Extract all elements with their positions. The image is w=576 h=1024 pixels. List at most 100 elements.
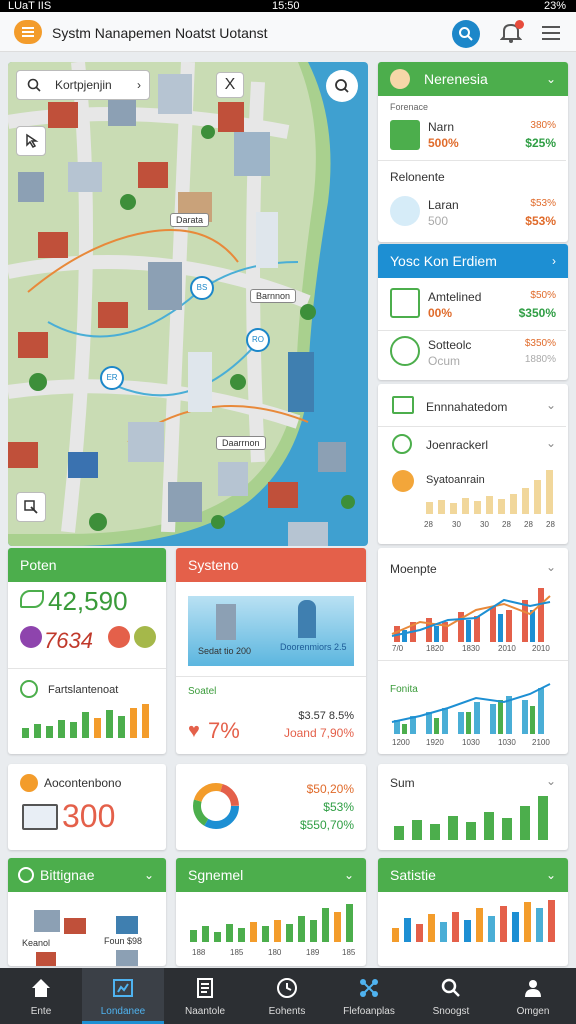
map-tool-button[interactable] bbox=[16, 126, 46, 156]
nav-reports[interactable]: Naantole bbox=[164, 968, 246, 1024]
bar bbox=[498, 499, 505, 514]
map-close-button[interactable]: X bbox=[216, 72, 244, 98]
stat-p2: $350% bbox=[518, 306, 556, 320]
donut-value: $550,70% bbox=[299, 818, 354, 832]
satistie-bars bbox=[392, 898, 558, 942]
bittignae-header[interactable]: Bittignae ⌄ bbox=[8, 858, 166, 892]
user-icon bbox=[525, 980, 541, 997]
nav-label: Flefoanplas bbox=[343, 1006, 395, 1017]
chevron-down-icon[interactable]: ⌄ bbox=[546, 774, 556, 788]
map-search-input[interactable]: Kortpjenjin › bbox=[16, 70, 150, 100]
clock-icon bbox=[277, 978, 297, 998]
overview-header[interactable]: Nerenesia ⌄ bbox=[378, 62, 568, 96]
map-pin[interactable]: ER bbox=[100, 366, 124, 390]
bar bbox=[22, 728, 29, 738]
map-select-button[interactable] bbox=[16, 492, 46, 522]
stat-value: 00% bbox=[428, 306, 453, 320]
map-label[interactable]: Barnnon bbox=[250, 289, 297, 303]
bittignae-icon bbox=[18, 867, 34, 883]
leaf-icon bbox=[20, 590, 44, 608]
bar bbox=[202, 926, 209, 942]
map-label[interactable]: Darata bbox=[170, 213, 210, 227]
stat-value: 500 bbox=[428, 214, 449, 228]
map-illustration bbox=[8, 62, 355, 546]
app-header: Systm Nanapemen Noatst Uotanst bbox=[0, 12, 576, 52]
menu-button[interactable] bbox=[14, 20, 42, 44]
chevron-down-icon[interactable]: ⌄ bbox=[546, 560, 556, 574]
docs-row[interactable]: Ennnahatedom ⌄ bbox=[378, 392, 568, 422]
bar bbox=[142, 704, 149, 738]
truck-icon bbox=[64, 918, 86, 934]
nav-events[interactable]: Eohents bbox=[246, 968, 328, 1024]
stat-row[interactable]: Laran 500 $53% $53% bbox=[378, 194, 566, 234]
energy-header[interactable]: Yosc Kon Erdiem › bbox=[378, 244, 568, 278]
map-pin[interactable]: BS bbox=[190, 276, 214, 300]
bar bbox=[522, 488, 529, 514]
tick: 2100 bbox=[532, 738, 550, 747]
bar bbox=[464, 920, 471, 942]
tick: 1030 bbox=[498, 738, 516, 747]
bar bbox=[70, 722, 77, 738]
bar bbox=[392, 928, 399, 942]
stat-row[interactable]: Narn 500% 380% $25% bbox=[378, 118, 566, 158]
chevron-down-icon: ⌄ bbox=[545, 436, 556, 450]
bar bbox=[346, 904, 353, 942]
energy-card: Yosc Kon Erdiem › Amtelined 00% $50% $35… bbox=[378, 244, 568, 380]
ledger-icon bbox=[22, 804, 58, 830]
search-button[interactable] bbox=[452, 20, 480, 48]
map-label[interactable]: Daarrnon bbox=[216, 436, 266, 450]
stat-p1: $350% bbox=[524, 338, 556, 349]
bar bbox=[238, 928, 245, 942]
map-search-text: Kortpjenjin bbox=[55, 78, 112, 92]
sum-card: Sum ⌄ bbox=[378, 764, 568, 850]
stat-row[interactable]: Amtelined 00% $50% $350% bbox=[378, 286, 566, 326]
bar bbox=[510, 494, 517, 514]
nav-profile[interactable]: Omgen bbox=[492, 968, 576, 1024]
moenpte-line-chart bbox=[391, 588, 551, 642]
check-icon bbox=[20, 680, 38, 698]
stat-p2: $25% bbox=[525, 136, 556, 150]
tracker-row[interactable]: Joenrackerl ⌄ bbox=[378, 430, 568, 458]
nav-dashboard[interactable]: Londanee bbox=[82, 968, 164, 1024]
stat-p1: $53% bbox=[530, 198, 556, 209]
pointer-icon bbox=[26, 133, 39, 148]
more-menu-button[interactable] bbox=[542, 26, 560, 40]
bar bbox=[118, 716, 125, 738]
bar bbox=[428, 914, 435, 942]
bar bbox=[466, 822, 476, 840]
bar bbox=[46, 726, 53, 738]
chevron-down-icon: ⌄ bbox=[545, 868, 556, 882]
box-icon bbox=[116, 950, 138, 966]
poten-header[interactable]: Poten bbox=[8, 548, 166, 582]
tick: 189 bbox=[306, 948, 320, 957]
tank-illustration bbox=[298, 600, 316, 638]
tick: 28 bbox=[424, 520, 433, 529]
account-value: 300 bbox=[62, 798, 116, 834]
nav-home[interactable]: Ente bbox=[0, 968, 82, 1024]
poten-sub-label: Fartslantenoat bbox=[48, 684, 119, 696]
tick: 30 bbox=[480, 520, 489, 529]
system-header[interactable]: Systeno bbox=[176, 548, 366, 582]
tick: 1920 bbox=[426, 738, 444, 747]
satistie-header[interactable]: Satistie ⌄ bbox=[378, 858, 568, 892]
notification-button[interactable] bbox=[499, 20, 524, 46]
divider bbox=[378, 330, 566, 331]
stat-name: Narn bbox=[428, 120, 455, 134]
bar bbox=[546, 470, 553, 514]
bar bbox=[430, 824, 440, 840]
map-pin[interactable]: RO bbox=[246, 328, 270, 352]
carrier: LUaT IIS bbox=[8, 0, 52, 12]
map-locate-button[interactable] bbox=[326, 70, 358, 102]
bar bbox=[82, 712, 89, 738]
heart-icon: ♥ bbox=[188, 720, 200, 742]
city-map[interactable]: Kortpjenjin › X Darata Barnnon Daarrnon … bbox=[8, 62, 368, 546]
nav-search[interactable]: Snoogst bbox=[410, 968, 492, 1024]
sgnemel-header[interactable]: Sgnemel ⌄ bbox=[176, 858, 366, 892]
bar bbox=[226, 924, 233, 942]
nav-network[interactable]: Flefoanplas bbox=[328, 968, 410, 1024]
stat-row[interactable]: Sotteolc Ocum $350% 1880% bbox=[378, 334, 566, 374]
menu-icon bbox=[22, 31, 34, 33]
bar bbox=[476, 908, 483, 942]
donut-chart bbox=[193, 783, 239, 829]
bar bbox=[512, 912, 519, 942]
